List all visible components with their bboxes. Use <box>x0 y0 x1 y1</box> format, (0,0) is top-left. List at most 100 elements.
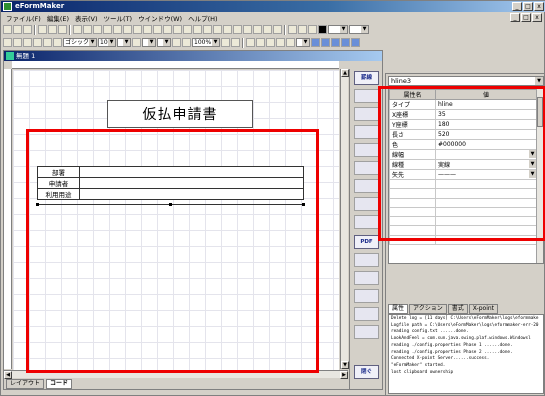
chevron-down-icon[interactable]: ▼ <box>529 150 536 158</box>
underline-format-icon[interactable] <box>23 38 32 47</box>
log-console[interactable]: Delete log = [11 days] C:\Users\eFormMak… <box>388 314 544 394</box>
scroll-left-icon[interactable]: ◀ <box>4 371 12 379</box>
menu-view[interactable]: 表示(V) <box>73 13 100 23</box>
fill-color-icon[interactable] <box>172 38 181 47</box>
pen-icon[interactable] <box>288 25 297 34</box>
save-icon[interactable] <box>23 25 32 34</box>
tool-button[interactable] <box>354 197 379 211</box>
page-fit-icon[interactable] <box>231 38 240 47</box>
frame-icon[interactable] <box>53 38 62 47</box>
italic-format-icon[interactable] <box>13 38 22 47</box>
tool-ruled-line[interactable]: 罫線 <box>354 71 379 85</box>
form-title-box[interactable]: 仮払申請書 <box>107 100 253 128</box>
tool-button[interactable] <box>354 143 379 157</box>
tool-button[interactable] <box>354 89 379 103</box>
row-value-cell[interactable] <box>79 166 304 178</box>
line-tool-icon[interactable] <box>93 25 102 34</box>
bold-format-icon[interactable] <box>3 38 12 47</box>
field-tool-icon[interactable] <box>143 25 152 34</box>
button-tool-icon[interactable] <box>183 25 192 34</box>
align-bottom-icon[interactable] <box>351 38 360 47</box>
font-select[interactable]: ゴシック ▼ <box>63 38 97 47</box>
align-top-icon[interactable] <box>341 38 350 47</box>
property-row[interactable]: タイプ hline <box>389 99 537 110</box>
menu-window[interactable]: ウインドウ(W) <box>136 13 184 23</box>
print-icon[interactable] <box>246 38 255 47</box>
tab-layout[interactable]: レイアウト <box>6 379 45 389</box>
check-tool-icon[interactable] <box>153 25 162 34</box>
menu-file[interactable]: ファイル(F) <box>4 13 43 23</box>
prop-value[interactable]: 520 <box>435 129 537 140</box>
cut-icon[interactable] <box>38 25 47 34</box>
align-center-icon[interactable] <box>321 38 330 47</box>
property-row[interactable]: 色 #000000 <box>389 139 537 150</box>
highlight-icon[interactable] <box>43 38 52 47</box>
title-bar[interactable]: eFormMaker _ □ x <box>1 1 545 12</box>
align-right-icon[interactable] <box>331 38 340 47</box>
page-icon[interactable] <box>221 38 230 47</box>
tab-attributes[interactable]: 属性 <box>388 304 409 314</box>
tool-button[interactable] <box>354 125 379 139</box>
prop-value[interactable]: #000000 <box>435 139 537 150</box>
paste-icon[interactable] <box>58 25 67 34</box>
tool-button[interactable] <box>354 107 379 121</box>
tool-button[interactable] <box>354 325 379 339</box>
table-row[interactable]: 部署 <box>37 166 304 178</box>
property-row[interactable]: 線幅 ▼ <box>389 149 537 160</box>
horizontal-scrollbar[interactable]: ◀ ▶ <box>4 370 348 379</box>
stamp-tool-icon[interactable] <box>213 25 222 34</box>
property-row[interactable]: 線種 実線 ▼ <box>389 159 537 170</box>
scroll-down-icon[interactable]: ▼ <box>341 361 349 369</box>
property-scrollbar[interactable] <box>536 89 543 263</box>
row-value-cell[interactable] <box>79 188 304 200</box>
grid-icon[interactable] <box>223 25 232 34</box>
table-tool-icon[interactable] <box>123 25 132 34</box>
table-row[interactable]: 利用用途 <box>37 188 304 200</box>
vertical-scrollbar[interactable]: ▲ ▼ <box>340 69 349 369</box>
tool-button[interactable] <box>354 215 379 229</box>
tab-xpoint[interactable]: X-point <box>468 304 499 314</box>
table-row[interactable]: 申請者 <box>37 177 304 189</box>
close-button[interactable]: x <box>534 2 544 11</box>
tool-close[interactable]: 閉ぐ <box>354 365 379 379</box>
prop-value-dropdown[interactable]: ▼ <box>435 149 537 160</box>
line-style-select[interactable]: ▼ <box>349 25 369 34</box>
tool-button[interactable] <box>354 271 379 285</box>
layer2-icon[interactable] <box>276 38 285 47</box>
bold-icon[interactable] <box>298 25 307 34</box>
line-weight-select[interactable]: ▼ <box>157 38 171 47</box>
tool-pdf[interactable]: PDF <box>354 235 379 249</box>
property-row[interactable]: X座標 35 <box>389 109 537 120</box>
prop-value[interactable]: hline <box>435 99 537 110</box>
resize-handle[interactable] <box>169 203 172 206</box>
property-row[interactable]: Y座標 180 <box>389 119 537 130</box>
layer3-icon[interactable] <box>286 38 295 47</box>
menu-edit[interactable]: 編集(E) <box>45 13 71 23</box>
form-table[interactable]: 部署 申請者 利用用途 <box>37 166 304 200</box>
tool-button[interactable] <box>354 161 379 175</box>
maximize-button[interactable]: □ <box>523 2 533 11</box>
preview-icon[interactable] <box>256 38 265 47</box>
resize-handle[interactable] <box>36 203 39 206</box>
scroll-up-icon[interactable]: ▲ <box>341 69 349 77</box>
color-swatch-icon[interactable] <box>318 25 327 34</box>
new-file-icon[interactable] <box>3 25 12 34</box>
mdi-close-button[interactable]: x <box>532 13 542 22</box>
line-pattern-select[interactable]: ▼ <box>142 38 156 47</box>
prop-value-dropdown[interactable]: 実線 ▼ <box>435 159 537 170</box>
tool-button[interactable] <box>354 179 379 193</box>
label-tool-icon[interactable] <box>193 25 202 34</box>
line-width-select[interactable]: ▼ <box>328 25 348 34</box>
object-select[interactable]: hline3 ▼ <box>388 76 544 86</box>
mdi-minimize-button[interactable]: _ <box>510 13 520 22</box>
radio-tool-icon[interactable] <box>163 25 172 34</box>
resize-handle[interactable] <box>302 203 305 206</box>
barcode-tool-icon[interactable] <box>203 25 212 34</box>
tab-format[interactable]: 書式 <box>447 304 468 314</box>
fill-icon[interactable] <box>308 25 317 34</box>
open-folder-icon[interactable] <box>13 25 22 34</box>
front-icon[interactable] <box>263 25 272 34</box>
ellipse-tool-icon[interactable] <box>113 25 122 34</box>
ungroup-icon[interactable] <box>253 25 262 34</box>
text-tool-icon[interactable] <box>83 25 92 34</box>
